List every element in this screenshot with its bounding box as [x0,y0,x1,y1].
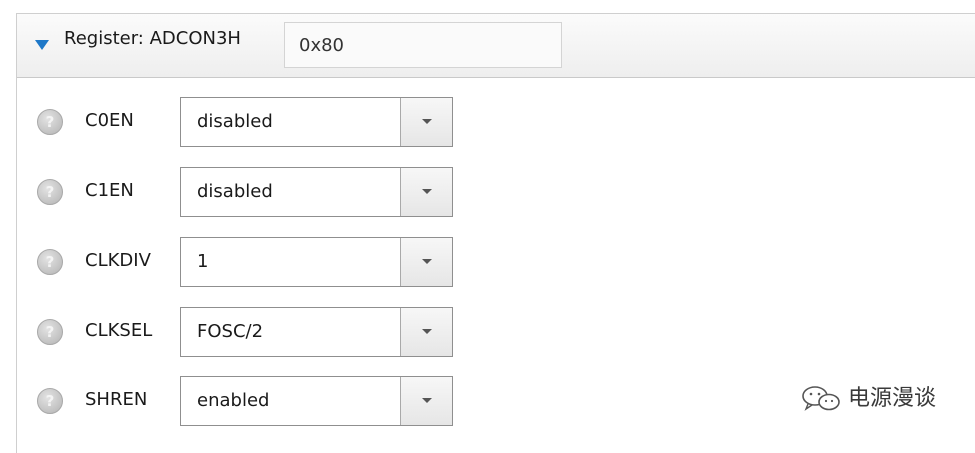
field-dropdown[interactable]: disabled [180,97,453,147]
field-label: C1EN [85,180,134,201]
chevron-down-icon [422,259,432,264]
dropdown-value: disabled [197,181,273,202]
chevron-down-icon [422,189,432,194]
chevron-down-icon [422,329,432,334]
help-question-icon[interactable]: ? [37,319,63,345]
help-question-icon[interactable]: ? [37,249,63,275]
watermark-text: 电源漫谈 [848,386,937,411]
dropdown-button[interactable] [400,238,452,286]
help-question-icon[interactable]: ? [37,109,63,135]
help-question-icon[interactable]: ? [37,179,63,205]
dropdown-button[interactable] [400,98,452,146]
field-dropdown[interactable]: FOSC/2 [180,307,453,357]
chevron-down-icon [422,119,432,124]
chevron-down-icon [422,398,432,403]
field-label: CLKDIV [85,250,151,271]
dropdown-value: FOSC/2 [197,321,264,342]
field-label: C0EN [85,110,134,131]
watermark: 电源漫谈 [800,384,936,414]
help-question-icon[interactable]: ? [37,388,63,414]
dropdown-value: 1 [197,251,209,272]
dropdown-value: enabled [197,390,270,411]
field-dropdown[interactable]: disabled [180,167,453,217]
field-row-clksel: ? CLKSEL FOSC/2 [17,306,487,358]
dropdown-button[interactable] [400,377,452,425]
register-header: Register: ADCON3H [17,14,975,78]
dropdown-button[interactable] [400,168,452,216]
field-row-clkdiv: ? CLKDIV 1 [17,236,487,288]
collapse-triangle-icon[interactable] [35,40,49,50]
wechat-icon [802,386,840,411]
field-label: SHREN [85,389,148,410]
register-value-field[interactable] [284,22,562,68]
field-dropdown[interactable]: enabled [180,376,453,426]
dropdown-button[interactable] [400,308,452,356]
register-title: Register: ADCON3H [64,28,241,49]
field-label: CLKSEL [85,320,153,341]
field-dropdown[interactable]: 1 [180,237,453,287]
field-row-c0en: ? C0EN disabled [17,96,487,148]
field-row-shren: ? SHREN enabled [17,375,487,427]
field-row-c1en: ? C1EN disabled [17,166,487,218]
dropdown-value: disabled [197,111,273,132]
